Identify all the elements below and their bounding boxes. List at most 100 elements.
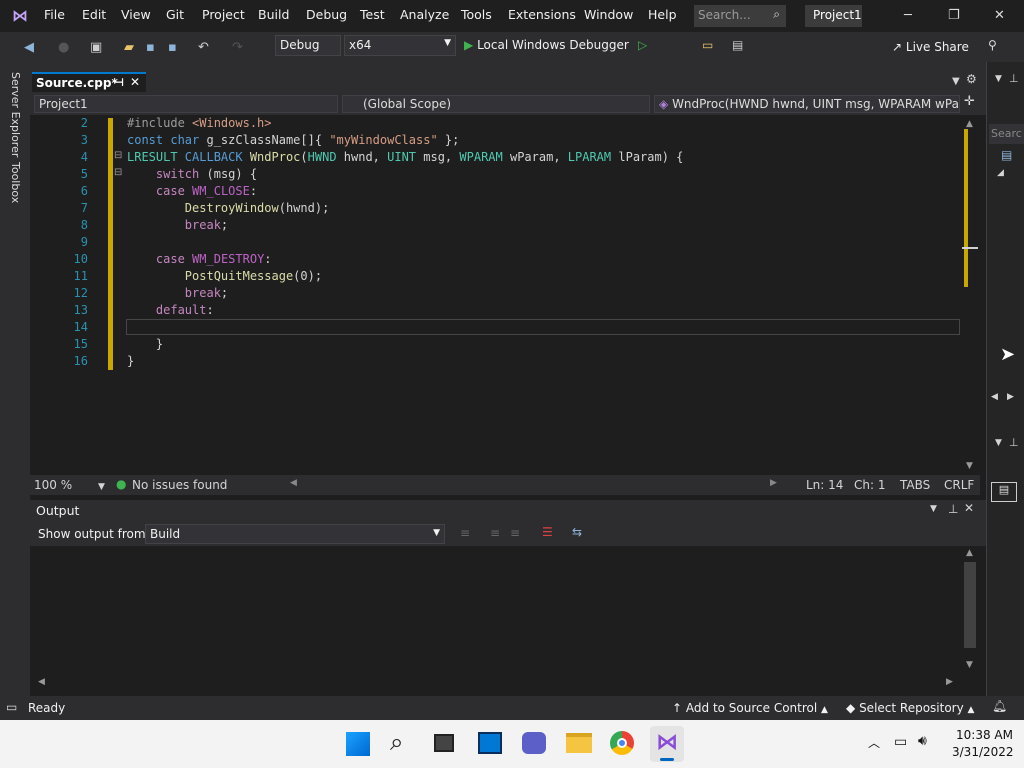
layout-icon[interactable]: ▤: [732, 38, 743, 52]
visual-studio-taskbar-item[interactable]: ⋈: [650, 726, 684, 762]
tabs-indicator[interactable]: TABS: [900, 478, 930, 492]
scroll-down-icon[interactable]: ▼: [966, 461, 973, 471]
menu-file[interactable]: File: [44, 7, 65, 22]
close-window-icon[interactable]: ✕: [994, 8, 1005, 23]
column-indicator[interactable]: Ch: 1: [854, 478, 885, 492]
project-dropdown[interactable]: Project1: [34, 95, 338, 113]
chat-icon[interactable]: [522, 732, 546, 754]
save-all-icon[interactable]: ▪: [168, 40, 177, 55]
editor-vertical-scrollbar[interactable]: ▲ ▼: [960, 115, 978, 475]
volume-icon[interactable]: 🔊︎: [918, 733, 927, 749]
select-repository-button[interactable]: ◆ Select Repository ▲: [846, 701, 974, 715]
add-source-control-button[interactable]: ↑ Add to Source Control ▲: [672, 701, 828, 715]
file-explorer-icon[interactable]: [566, 733, 592, 753]
close-tab-icon[interactable]: ✕: [130, 75, 140, 89]
toolbox-tab[interactable]: Toolbox: [9, 162, 22, 203]
chrome-icon[interactable]: [610, 731, 634, 755]
folder-view-icon[interactable]: ▭: [702, 38, 713, 52]
new-project-icon[interactable]: ▣: [90, 40, 102, 55]
menu-tools[interactable]: Tools: [461, 7, 492, 22]
menu-edit[interactable]: Edit: [82, 7, 106, 22]
save-icon[interactable]: ▪: [146, 40, 155, 55]
menu-analyze[interactable]: Analyze: [400, 7, 449, 22]
next-message-icon[interactable]: ≡: [510, 526, 520, 540]
zoom-dropdown[interactable]: 100 % ▼: [34, 478, 105, 492]
tab-list-dropdown-icon[interactable]: ▼: [952, 76, 960, 87]
task-view-icon[interactable]: [434, 734, 454, 752]
scroll-thumb[interactable]: [964, 562, 976, 648]
clear-all-icon[interactable]: ☰: [542, 525, 553, 539]
restore-icon[interactable]: ❐: [948, 8, 960, 23]
live-share-button[interactable]: ↗ Live Share: [892, 40, 969, 54]
scroll-up-icon[interactable]: ▲: [966, 119, 973, 129]
pin-icon[interactable]: ⊥: [948, 502, 958, 516]
menu-git[interactable]: Git: [166, 7, 184, 22]
output-vertical-scrollbar[interactable]: ▲ ▼: [962, 548, 978, 676]
minimize-icon[interactable]: ─: [904, 8, 912, 23]
line-indicator[interactable]: Ln: 14: [806, 478, 843, 492]
tab-source-cpp[interactable]: Source.cpp* ⊣ ✕: [32, 72, 146, 92]
scroll-left-icon[interactable]: ◀: [38, 677, 45, 687]
solution-search-box[interactable]: Searc: [989, 124, 1024, 144]
panel-menu-icon[interactable]: ▼: [930, 504, 937, 514]
start-without-debug-icon[interactable]: ▷: [638, 38, 647, 52]
previous-message-icon[interactable]: ≡: [490, 526, 500, 540]
settings-gear-icon[interactable]: ⚙: [966, 72, 977, 86]
undo-icon[interactable]: ↶: [198, 40, 209, 55]
forward-icon[interactable]: ●: [58, 40, 69, 55]
output-horizontal-scrollbar[interactable]: ◀ ▶: [36, 676, 958, 690]
menu-test[interactable]: Test: [360, 7, 385, 22]
scroll-left-icon[interactable]: ◀: [991, 392, 998, 402]
output-source-dropdown[interactable]: Build ▼: [145, 524, 445, 544]
network-icon[interactable]: ▭: [894, 734, 907, 750]
find-message-icon[interactable]: ≡: [460, 526, 470, 540]
menu-help[interactable]: Help: [648, 7, 677, 22]
pin-icon[interactable]: ⊣: [114, 76, 124, 89]
panel-menu-icon[interactable]: ▼: [995, 438, 1002, 448]
collapse-icon[interactable]: ⊟: [114, 167, 122, 178]
start-debugging-button[interactable]: ▶ Local Windows Debugger: [464, 38, 629, 52]
search-box[interactable]: Search... ⌕: [694, 5, 786, 27]
properties-icon[interactable]: ▤: [991, 482, 1017, 502]
scroll-left-icon[interactable]: ◀: [290, 478, 297, 488]
clock-date[interactable]: 3/31/2022: [952, 745, 1014, 759]
panel-menu-icon[interactable]: ▼: [995, 74, 1002, 84]
vs-logo-icon[interactable]: ⋈: [12, 6, 28, 25]
menu-debug[interactable]: Debug: [306, 7, 347, 22]
scroll-right-icon[interactable]: ▶: [946, 677, 953, 687]
server-explorer-tab[interactable]: Server Explorer: [9, 72, 22, 157]
scroll-right-icon[interactable]: ▶: [770, 478, 777, 488]
menu-window[interactable]: Window: [584, 7, 633, 22]
clock-time[interactable]: 10:38 AM: [956, 728, 1013, 742]
menu-project[interactable]: Project: [202, 7, 245, 22]
widgets-icon[interactable]: [478, 732, 502, 754]
solution-icon[interactable]: ▤: [1001, 148, 1012, 162]
platform-dropdown[interactable]: x64 ▼: [344, 35, 456, 56]
collapse-icon[interactable]: ⊟: [114, 150, 122, 161]
menu-view[interactable]: View: [121, 7, 151, 22]
open-icon[interactable]: ▰: [124, 40, 134, 55]
menu-extensions[interactable]: Extensions: [508, 7, 576, 22]
redo-icon[interactable]: ↷: [232, 40, 243, 55]
issues-status[interactable]: No issues found: [132, 478, 227, 492]
menu-build[interactable]: Build: [258, 7, 289, 22]
feedback-icon[interactable]: ⚲: [988, 38, 997, 52]
scroll-right-icon[interactable]: ▶: [1007, 392, 1014, 402]
scope-dropdown[interactable]: (Global Scope): [342, 95, 650, 113]
split-editor-icon[interactable]: ✛: [964, 94, 975, 109]
pin-icon[interactable]: ⊥: [1009, 436, 1019, 449]
back-icon[interactable]: ◀: [24, 40, 34, 55]
scroll-down-icon[interactable]: ▼: [966, 660, 973, 670]
show-hidden-icons-icon[interactable]: ︿: [868, 734, 880, 751]
start-menu-icon[interactable]: [346, 732, 370, 756]
scroll-up-icon[interactable]: ▲: [966, 548, 973, 558]
word-wrap-icon[interactable]: ⇆: [572, 525, 582, 539]
notification-bell-icon[interactable]: 🔔︎: [992, 699, 1007, 713]
close-panel-icon[interactable]: ✕: [964, 501, 974, 515]
eol-indicator[interactable]: CRLF: [944, 478, 974, 492]
expand-icon[interactable]: ◢: [997, 168, 1004, 178]
pin-icon[interactable]: ⊥: [1009, 72, 1019, 85]
search-taskbar-icon[interactable]: ⌕: [390, 728, 403, 756]
member-dropdown[interactable]: ◈ WndProc(HWND hwnd, UINT msg, WPARAM wP…: [654, 95, 960, 113]
config-dropdown[interactable]: Debug: [275, 35, 341, 56]
